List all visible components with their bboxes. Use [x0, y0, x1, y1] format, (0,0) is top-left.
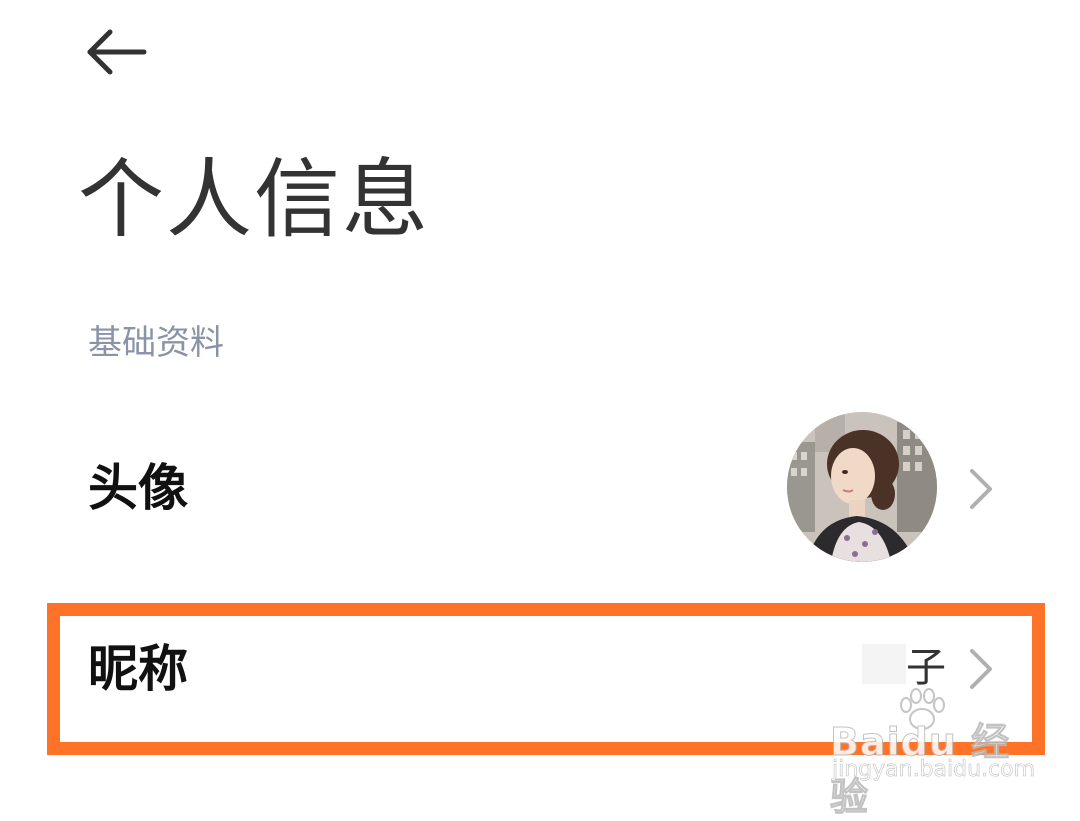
- section-label: 基础资料: [88, 323, 224, 363]
- arrow-left-icon: [87, 29, 147, 75]
- nickname-row-label: 昵称: [88, 640, 188, 698]
- avatar-row[interactable]: 头像: [0, 400, 1080, 575]
- nickname-redaction: [862, 644, 906, 684]
- back-button[interactable]: [78, 22, 158, 82]
- page-title: 个人信息: [78, 150, 430, 250]
- avatar-row-label: 头像: [88, 459, 188, 517]
- nickname-value: 子: [906, 645, 946, 691]
- chevron-right-icon: [970, 469, 992, 509]
- nickname-row[interactable]: 昵称 子: [0, 600, 1080, 740]
- avatar: [787, 412, 937, 562]
- watermark-url: jingyan.baidu.com: [832, 757, 1036, 783]
- chevron-right-icon: [970, 649, 992, 689]
